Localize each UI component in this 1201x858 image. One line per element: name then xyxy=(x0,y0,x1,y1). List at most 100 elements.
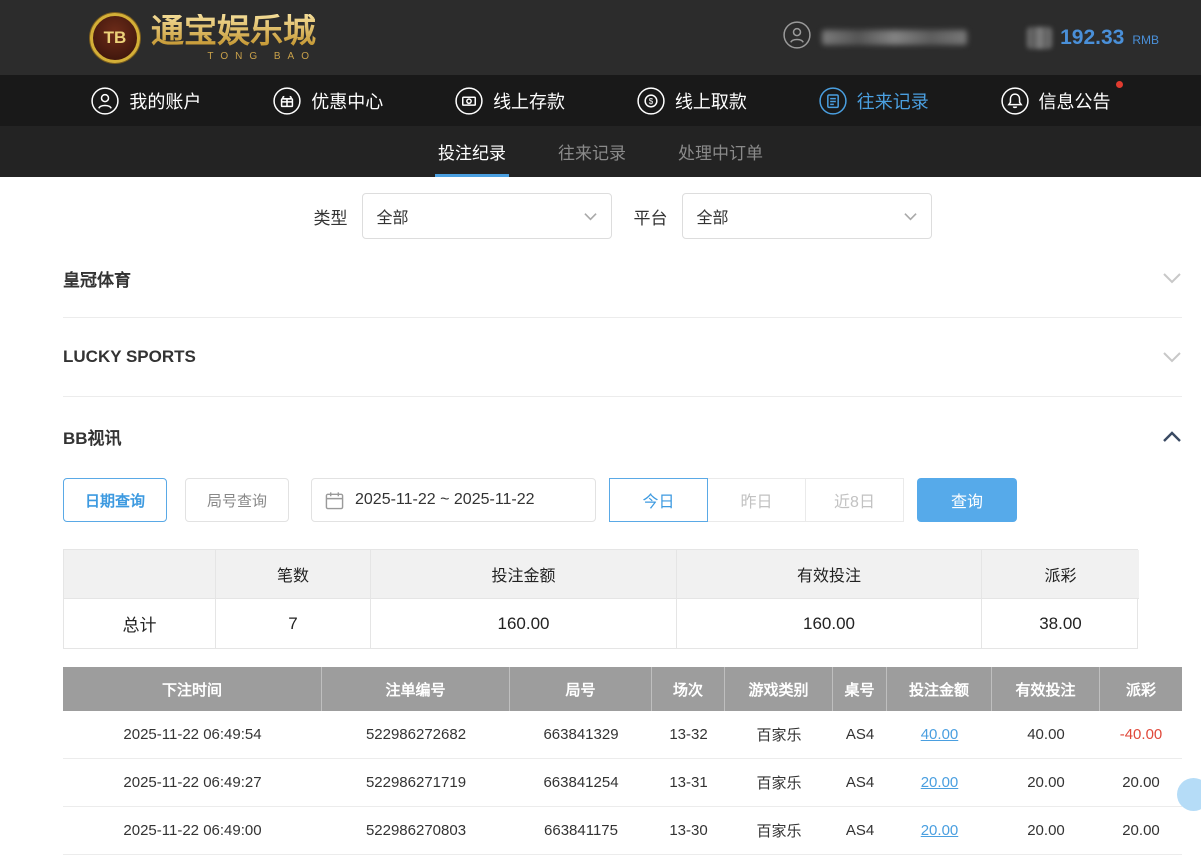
nav-item-withdraw[interactable]: $ 线上取款 xyxy=(636,86,747,116)
main-content: 类型 全部 平台 全部 皇冠体育 LUCKY SPORTS BB视讯 日期查询 … xyxy=(0,177,1201,855)
cell-payout: -40.00 xyxy=(1100,711,1182,758)
nav-label: 线上取款 xyxy=(675,88,747,114)
cell-table-no: AS4 xyxy=(833,711,887,758)
round-query-button[interactable]: 局号查询 xyxy=(185,478,289,522)
tab-transaction-records[interactable]: 往来记录 xyxy=(555,126,629,177)
cell-bet-time: 2025-11-22 06:49:54 xyxy=(63,711,322,758)
summary-header-valid: 有效投注 xyxy=(677,550,982,599)
type-filter-label: 类型 xyxy=(314,204,348,229)
col-valid-bet: 有效投注 xyxy=(992,667,1100,711)
cell-bet-id: 522986272682 xyxy=(322,711,510,758)
wallet-icon xyxy=(1027,27,1052,49)
cell-game-type: 百家乐 xyxy=(725,807,833,854)
cell-payout: 20.00 xyxy=(1100,759,1182,806)
summary-header-payout: 派彩 xyxy=(982,550,1139,599)
cell-payout: 20.00 xyxy=(1100,807,1182,854)
cell-table-no: AS4 xyxy=(833,807,887,854)
summary-total-payout: 38.00 xyxy=(982,599,1139,648)
balance[interactable]: 192.33 RMB xyxy=(1027,26,1159,50)
col-session: 场次 xyxy=(652,667,725,711)
notification-dot xyxy=(1116,81,1123,88)
nav-label: 线上存款 xyxy=(493,88,565,114)
section-bb-video[interactable]: BB视讯 xyxy=(63,397,1182,476)
col-table-no: 桌号 xyxy=(833,667,887,711)
cell-bet-id: 522986271719 xyxy=(322,759,510,806)
top-header: TB 通宝娱乐城 TONG BAO 192.33 RMB xyxy=(0,0,1201,75)
tab-bet-records[interactable]: 投注纪录 xyxy=(435,126,509,177)
date-range-value: 2025-11-22 ~ 2025-11-22 xyxy=(355,491,535,509)
cell-bet-time: 2025-11-22 06:49:00 xyxy=(63,807,322,854)
platform-select[interactable]: 全部 xyxy=(682,193,932,239)
cell-bet-id: 522986270803 xyxy=(322,807,510,854)
type-select[interactable]: 全部 xyxy=(362,193,612,239)
chevron-down-icon xyxy=(904,212,917,221)
cell-game-type: 百家乐 xyxy=(725,759,833,806)
summary-header-count: 笔数 xyxy=(216,550,371,599)
bell-icon xyxy=(1000,86,1030,116)
nav-label: 往来记录 xyxy=(857,88,929,114)
records-icon xyxy=(818,86,848,116)
nav-item-my-account[interactable]: 我的账户 xyxy=(90,86,201,116)
cell-session: 13-32 xyxy=(652,711,725,758)
summary-table: 笔数 投注金额 有效投注 派彩 总计 7 160.00 160.00 38.00 xyxy=(63,549,1138,649)
nav-item-promotions[interactable]: 优惠中心 xyxy=(272,86,383,116)
table-row: 2025-11-22 06:49:54 522986272682 6638413… xyxy=(63,711,1182,759)
nav-item-transaction-records[interactable]: 往来记录 xyxy=(818,86,929,116)
bet-amount-link[interactable]: 40.00 xyxy=(887,711,992,758)
section-lucky-sports[interactable]: LUCKY SPORTS xyxy=(63,318,1182,397)
col-bet-amount: 投注金额 xyxy=(887,667,992,711)
section-title: 皇冠体育 xyxy=(63,266,131,291)
logo-badge-icon: TB xyxy=(90,13,140,63)
bet-amount-link[interactable]: 20.00 xyxy=(887,807,992,854)
chevron-down-icon xyxy=(584,212,597,221)
cell-bet-time: 2025-11-22 06:49:27 xyxy=(63,759,322,806)
header-right: 192.33 RMB xyxy=(782,20,1159,55)
summary-header-empty xyxy=(64,550,216,599)
logo[interactable]: TB 通宝娱乐城 TONG BAO xyxy=(90,13,316,63)
cell-session: 13-30 xyxy=(652,807,725,854)
balance-currency: RMB xyxy=(1132,33,1159,47)
col-game-type: 游戏类别 xyxy=(725,667,833,711)
user-account[interactable] xyxy=(782,20,967,55)
col-bet-id: 注单编号 xyxy=(322,667,510,711)
cell-round: 663841175 xyxy=(510,807,652,854)
summary-total-count: 7 xyxy=(216,599,371,648)
gift-icon xyxy=(272,86,302,116)
platform-filter-label: 平台 xyxy=(634,204,668,229)
nav-item-deposit[interactable]: 线上存款 xyxy=(454,86,565,116)
platform-filter-group: 平台 全部 xyxy=(634,193,932,239)
platform-select-value: 全部 xyxy=(697,204,729,228)
calendar-icon xyxy=(325,491,344,510)
tab-pending-orders[interactable]: 处理中订单 xyxy=(675,126,766,177)
cell-round: 663841254 xyxy=(510,759,652,806)
logo-text: 通宝娱乐城 TONG BAO xyxy=(151,14,316,62)
summary-total-bet: 160.00 xyxy=(371,599,677,648)
col-round: 局号 xyxy=(510,667,652,711)
svg-text:$: $ xyxy=(649,96,654,105)
table-row: 2025-11-22 06:49:27 522986271719 6638412… xyxy=(63,759,1182,807)
date-query-button[interactable]: 日期查询 xyxy=(63,478,167,522)
deposit-icon xyxy=(454,86,484,116)
bet-amount-link[interactable]: 20.00 xyxy=(887,759,992,806)
last-8-days-button[interactable]: 近8日 xyxy=(805,478,904,522)
today-button[interactable]: 今日 xyxy=(609,478,708,522)
table-header-row: 下注时间 注单编号 局号 场次 游戏类别 桌号 投注金额 有效投注 派彩 xyxy=(63,667,1182,711)
summary-header-bet: 投注金额 xyxy=(371,550,677,599)
logo-badge-text: TB xyxy=(104,28,127,48)
date-range-input[interactable]: 2025-11-22 ~ 2025-11-22 xyxy=(311,478,596,522)
account-person-icon xyxy=(90,86,120,116)
yesterday-button[interactable]: 昨日 xyxy=(707,478,806,522)
cell-valid-bet: 40.00 xyxy=(992,711,1100,758)
sub-nav: 投注纪录 往来记录 处理中订单 xyxy=(0,126,1201,177)
query-bar: 日期查询 局号查询 2025-11-22 ~ 2025-11-22 今日 昨日 … xyxy=(63,478,1182,522)
filter-row: 类型 全部 平台 全部 xyxy=(63,193,1182,239)
section-crown-sports[interactable]: 皇冠体育 xyxy=(63,239,1182,318)
logo-subtitle: TONG BAO xyxy=(151,51,316,62)
chevron-up-icon xyxy=(1162,430,1182,443)
nav-item-announcements[interactable]: 信息公告 xyxy=(1000,86,1111,116)
search-button[interactable]: 查询 xyxy=(917,478,1017,522)
logo-title: 通宝娱乐城 xyxy=(151,14,316,47)
withdraw-coin-icon: $ xyxy=(636,86,666,116)
nav-label: 优惠中心 xyxy=(311,88,383,114)
nav-label: 信息公告 xyxy=(1039,88,1111,114)
